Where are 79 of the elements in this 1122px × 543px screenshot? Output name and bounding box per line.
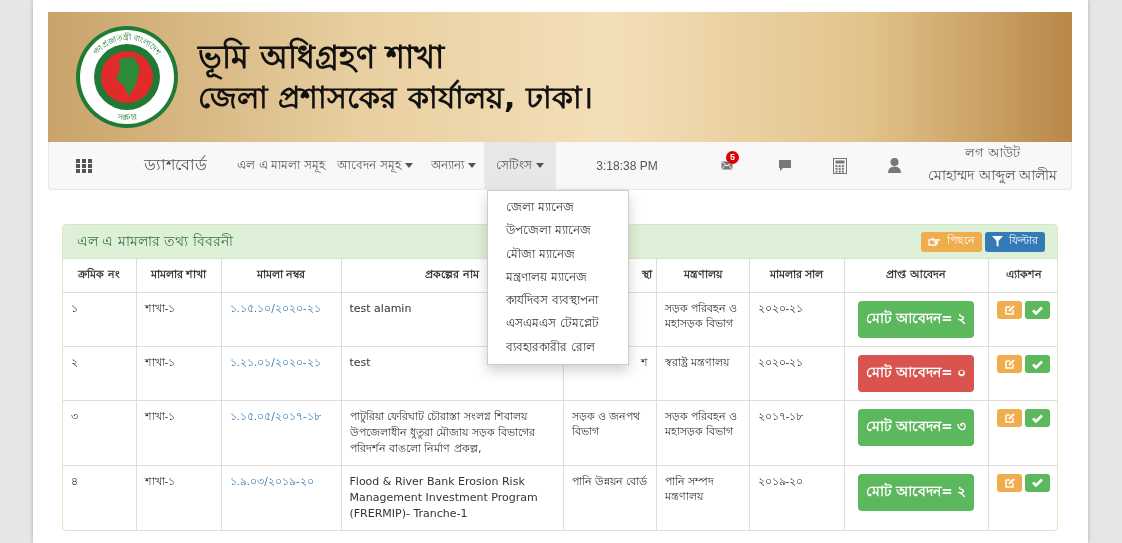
check-icon — [1032, 305, 1044, 315]
grid-icon — [76, 158, 92, 173]
total-applications-button[interactable]: মোট আবেদন= ০ — [857, 355, 975, 392]
approve-button[interactable] — [1025, 301, 1051, 319]
menu-item[interactable]: মন্ত্রণালয় ম্যানেজ — [488, 265, 628, 290]
case-number-link[interactable]: ১.২১.০১/২০২০-২১ — [229, 356, 321, 368]
caret-icon — [404, 163, 413, 168]
case-number-link[interactable]: ১.৯.০৩/২০১৯-২০ — [229, 474, 314, 487]
table-cell: ২০২০-২১ — [757, 356, 804, 368]
filter-button[interactable]: ফিল্টার — [985, 231, 1045, 252]
column-header: মামলার সাল — [769, 268, 824, 280]
approve-button[interactable] — [1025, 409, 1051, 427]
calculator-icon[interactable] — [832, 157, 847, 174]
clock-time: 3:18:38 PM — [595, 157, 659, 175]
nav-dropdown[interactable]: সেটিংস — [484, 142, 556, 189]
user-name[interactable]: মোহাম্মদ আব্দুল আলীম — [928, 164, 1057, 188]
menu-item[interactable]: মৌজা ম্যানেজ — [488, 242, 628, 266]
table-cell: স্বরাষ্ট্র মন্ত্রণালয় — [664, 356, 729, 368]
table-cell: test alamin — [349, 302, 412, 315]
table-cell: ২০১৭-১৮ — [757, 410, 804, 422]
dashboard-link[interactable]: ড্যাশবোর্ড — [131, 142, 219, 189]
case-number-link[interactable]: ১.১৫.১০/২০২০-২১ — [229, 302, 321, 314]
check-icon — [1032, 359, 1044, 369]
check-icon — [1032, 413, 1044, 423]
column-header: মন্ত্রণালয় — [683, 268, 722, 280]
edit-button[interactable] — [997, 301, 1023, 319]
edit-button[interactable] — [997, 409, 1023, 427]
edit-button[interactable] — [997, 355, 1023, 373]
menu-item[interactable]: ব্যবহারকারীর রোল — [488, 335, 628, 360]
table-cell: Flood & River Bank Erosion Risk Management Investment Program (FRERMIP)- Tranche-1 — [349, 474, 538, 520]
user-icon[interactable] — [888, 158, 901, 173]
chat-icon[interactable] — [778, 160, 791, 171]
column-header: মামলার শাখা — [150, 268, 207, 280]
edit-icon — [1004, 359, 1015, 369]
table-cell: শাখা-১ — [144, 302, 176, 314]
table-cell: সড়ক পরিবহন ও মহাসড়ক বিভাগ — [664, 410, 738, 438]
table-cell: ৪ — [71, 474, 78, 487]
edit-icon — [1004, 305, 1015, 315]
table-cell: test — [349, 356, 371, 369]
column-header: প্রকল্পের নাম — [425, 268, 479, 280]
caret-icon — [536, 163, 544, 168]
filter-icon — [992, 236, 1003, 247]
edit-icon — [1004, 413, 1015, 423]
table-cell: ২০২০-২১ — [757, 302, 804, 314]
table-cell: সড়ক ও জনপথ বিভাগ — [571, 410, 641, 438]
table-cell: সড়ক পরিবহন ও মহাসড়ক বিভাগ — [664, 302, 738, 330]
menu-item[interactable]: কার্যদিবস ব্যবস্থাপনা — [488, 289, 628, 313]
case-number-link[interactable]: ১.১৫.০৫/২০১৭-১৮ — [229, 410, 321, 422]
table-cell: ১ — [71, 302, 78, 314]
approve-button[interactable] — [1025, 355, 1051, 373]
column-header: মামলা নম্বর — [256, 268, 306, 280]
edit-button[interactable] — [997, 473, 1023, 492]
table-cell: ৩ — [71, 410, 78, 422]
check-icon — [1032, 478, 1044, 488]
table-cell: পানি সম্পদ মন্ত্রণালয় — [664, 474, 714, 503]
caret-icon — [467, 163, 476, 168]
table-cell: ২০১৯-২০ — [757, 474, 804, 487]
unread-badge: 5 — [726, 151, 739, 164]
menu-item[interactable]: এসএমএস টেমপ্লেট — [488, 312, 628, 336]
column-header: এ্যাকশন — [1005, 268, 1042, 280]
table-cell: শাখা-১ — [144, 474, 176, 487]
table-cell: পাটুরিয়া ফেরিঘাট চৌরাস্তা সংলগ্ন শিবালয় উপজেলাধীন ধুতুরা মৌজায় সড়ক বিভাগের পরিদর্শন বাঙলো নির্মাণ প্রকল্প, — [349, 410, 536, 455]
column-header: প্রাপ্ত আবেদন — [886, 268, 946, 280]
table-cell: শাখা-১ — [144, 410, 176, 422]
table-cell: ২ — [71, 356, 78, 368]
approve-button[interactable] — [1025, 473, 1051, 492]
column-header: স্থা — [641, 268, 652, 280]
logout-link[interactable]: লগ আউট — [964, 143, 1021, 164]
table-cell: শাখা-১ — [144, 356, 176, 368]
menu-item[interactable]: জেলা ম্যানেজ — [488, 196, 628, 220]
table-cell: পানি উন্নয়ন বোর্ড — [571, 474, 648, 487]
hand-pointing-icon — [928, 236, 941, 247]
menu-item[interactable]: উপজেলা ম্যানেজ — [488, 219, 628, 243]
office-subtitle: জেলা প্রশাসকের কার্যালয়, ঢাকা। — [198, 79, 593, 118]
column-header: ক্রমিক নং — [78, 268, 121, 280]
edit-icon — [1004, 477, 1015, 488]
table-cell: শ — [640, 356, 648, 368]
panel-title: এল এ মামলার তথ্য বিবরনী — [77, 231, 233, 251]
office-title: ভূমি অধিগ্রহণ শাখা — [198, 36, 593, 79]
